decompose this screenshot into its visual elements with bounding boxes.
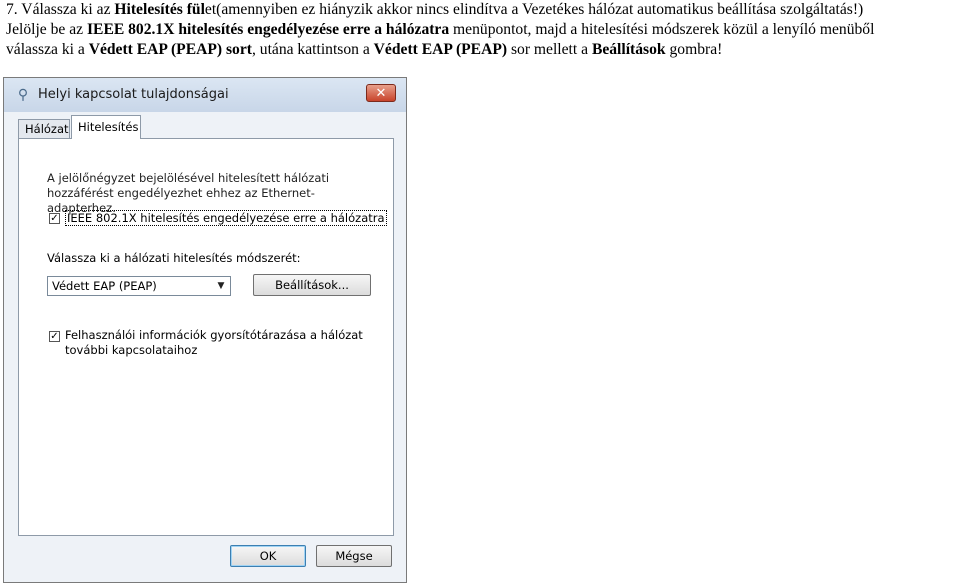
- enable-8021x-checkbox[interactable]: ✓: [49, 213, 60, 224]
- close-icon: ✕: [375, 86, 387, 101]
- dialog-title: Helyi kapcsolat tulajdonságai: [38, 87, 229, 102]
- network-icon: ⚲: [17, 87, 29, 103]
- dropdown-arrow-icon[interactable]: ▼: [214, 279, 228, 293]
- instruction-line-1: 7. Válassza ki az Hitelesítés fület(amen…: [6, 0, 958, 20]
- text: 7. Válassza ki az: [6, 1, 115, 18]
- ok-button[interactable]: OK: [230, 545, 306, 567]
- auth-method-select[interactable]: Védett EAP (PEAP) ▼: [47, 276, 231, 296]
- bold-text: Védett EAP (PEAP) sort: [88, 41, 252, 58]
- tab-authentication[interactable]: Hitelesítés: [71, 115, 141, 139]
- instruction-line-2: Jelölje be az IEEE 802.1X hitelesítés en…: [6, 20, 958, 40]
- dialog-screenshot: ⚲ Helyi kapcsolat tulajdonságai ✕ Hálóza…: [3, 77, 407, 583]
- choose-method-label: Válassza ki a hálózati hitelesítés módsz…: [47, 251, 301, 265]
- cache-user-info-label[interactable]: Felhasználói információk gyorsítótárazás…: [65, 328, 365, 358]
- text: menüpontot, majd a hitelesítési módszere…: [449, 21, 875, 38]
- dialog-titlebar: ⚲ Helyi kapcsolat tulajdonságai ✕: [4, 78, 406, 112]
- close-button[interactable]: ✕: [366, 84, 396, 102]
- checkmark-icon: ✓: [50, 331, 59, 342]
- cancel-button[interactable]: Mégse: [316, 545, 392, 567]
- checkmark-icon: ✓: [50, 213, 59, 224]
- text: sor mellett a: [507, 41, 592, 58]
- settings-button[interactable]: Beállítások...: [253, 274, 371, 296]
- instruction-line-3: válassza ki a Védett EAP (PEAP) sort, ut…: [6, 40, 958, 60]
- text: válassza ki a: [6, 41, 89, 58]
- text: , utána kattintson a: [251, 41, 374, 58]
- bold-text: Hitelesítés fül: [114, 1, 205, 18]
- cache-user-info-checkbox[interactable]: ✓: [49, 331, 60, 342]
- text: et(amennyiben ez hiányzik akkor nincs el…: [204, 1, 864, 18]
- auth-method-value: Védett EAP (PEAP): [52, 279, 157, 293]
- text: Jelölje be az: [6, 21, 87, 38]
- tab-network[interactable]: Hálózat: [18, 119, 70, 138]
- tab-panel: A jelölőnégyzet bejelölésével hitelesíte…: [18, 138, 394, 536]
- instructions-text: 7. Válassza ki az Hitelesítés fület(amen…: [6, 0, 958, 60]
- bold-text: Beállítások: [591, 41, 666, 58]
- bold-text: Védett EAP (PEAP): [373, 41, 508, 58]
- enable-8021x-label[interactable]: IEEE 802.1X hitelesítés engedélyezése er…: [65, 210, 387, 226]
- text: gombra!: [665, 41, 723, 58]
- bold-text: IEEE 802.1X hitelesítés engedélyezése er…: [86, 21, 450, 38]
